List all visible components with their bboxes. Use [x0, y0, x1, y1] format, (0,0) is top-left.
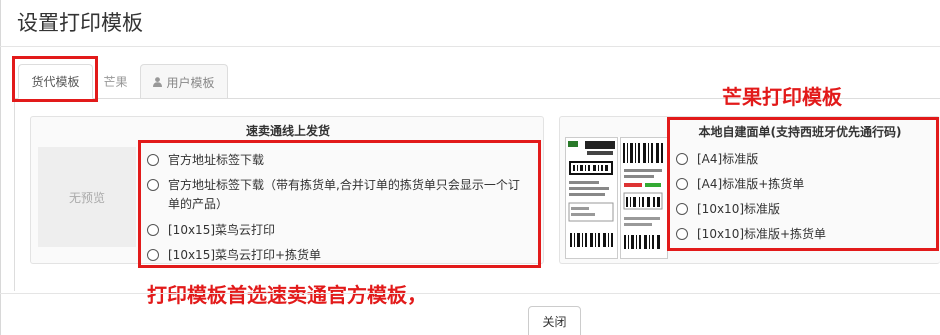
no-preview-placeholder: 无预览	[38, 147, 136, 247]
tab-mango[interactable]: 芒果	[93, 64, 138, 99]
tab-forwarder-template[interactable]: 货代模板	[18, 64, 93, 99]
tab-label: 货代模板	[31, 75, 80, 89]
label-preview-thumbnail	[565, 137, 668, 259]
footer-divider	[0, 293, 940, 294]
annotation-mango-text: 芒果打印模板	[722, 85, 842, 109]
tab-user-template[interactable]: 用户模板	[140, 64, 228, 99]
panel-title: 速卖通线上发货	[245, 124, 330, 138]
close-button[interactable]: 关闭	[528, 306, 581, 335]
user-icon	[153, 77, 163, 87]
modal-left-edge	[0, 0, 1, 335]
annotation-box-local-options	[667, 117, 939, 251]
annotation-box-official-options	[138, 140, 541, 268]
tab-label: 芒果	[103, 75, 128, 89]
header-divider	[0, 46, 940, 47]
tab-content-border	[14, 98, 15, 291]
tab-label: 用户模板	[166, 75, 215, 90]
modal-title: 设置打印模板	[17, 11, 143, 35]
